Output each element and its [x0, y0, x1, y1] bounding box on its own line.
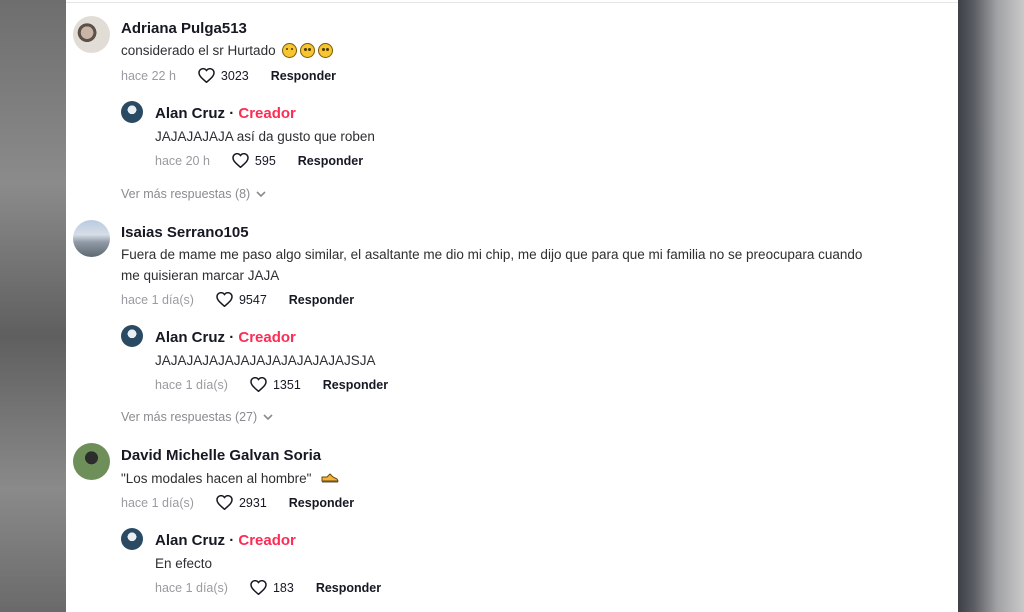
- divider: [66, 2, 958, 3]
- reply-username[interactable]: Alan Cruz: [155, 329, 225, 346]
- reply-button[interactable]: Responder: [298, 154, 363, 168]
- comment-text-line-2: me quisieran marcar JAJA: [121, 268, 280, 283]
- heart-icon[interactable]: [216, 292, 233, 307]
- view-more-label[interactable]: Ver más respuestas (27): [121, 410, 257, 424]
- reply-button[interactable]: Responder: [289, 496, 354, 510]
- shoe-icon: [321, 473, 340, 483]
- comment-meta: hace 22 h 3023 Responder: [121, 68, 336, 83]
- like-button[interactable]: 595: [232, 153, 276, 168]
- heart-icon[interactable]: [198, 68, 215, 83]
- flushed-face-icon: [318, 43, 334, 58]
- reply-button[interactable]: Responder: [271, 69, 336, 83]
- avatar[interactable]: [121, 325, 143, 347]
- background-right: [958, 0, 1024, 612]
- avatar[interactable]: [73, 220, 110, 257]
- avatar[interactable]: [121, 101, 143, 123]
- view-more-label[interactable]: Ver más respuestas (8): [121, 187, 250, 201]
- comment-meta: hace 1 día(s) 9547 Responder: [121, 292, 354, 307]
- creator-badge: Creador: [238, 105, 296, 122]
- heart-icon[interactable]: [232, 153, 249, 168]
- face-with-tears-of-joy-icon: [282, 43, 298, 58]
- reply-button[interactable]: Responder: [316, 581, 381, 595]
- like-count: 3023: [220, 68, 249, 83]
- like-button[interactable]: 9547: [216, 292, 267, 307]
- view-more-replies[interactable]: Ver más respuestas (8): [121, 187, 266, 201]
- reply-meta: hace 1 día(s) 183 Responder: [155, 580, 381, 595]
- reply-username-line: Alan Cruz · Creador: [155, 105, 296, 122]
- flushed-face-icon: [300, 43, 316, 58]
- like-button[interactable]: 3023: [198, 68, 249, 83]
- comment-username[interactable]: David Michelle Galvan Soria: [121, 447, 321, 464]
- comment-text-content: "Los modales hacen al hombre": [121, 471, 312, 486]
- separator: ·: [229, 329, 235, 346]
- comment-meta: hace 1 día(s) 2931 Responder: [121, 495, 354, 510]
- like-count: 183: [272, 580, 294, 595]
- comment-text-line-1: Fuera de mame me paso algo similar, el a…: [121, 247, 863, 262]
- like-button[interactable]: 1351: [250, 377, 301, 392]
- like-button[interactable]: 183: [250, 580, 294, 595]
- separator: ·: [229, 105, 235, 122]
- reply-text: JAJAJAJAJAJAJAJAJAJAJAJAJSJA: [155, 353, 376, 368]
- creator-badge: Creador: [238, 329, 296, 346]
- like-button[interactable]: 2931: [216, 495, 267, 510]
- like-count: 595: [254, 153, 276, 168]
- creator-badge: Creador: [238, 532, 296, 549]
- avatar[interactable]: [73, 443, 110, 480]
- like-count: 2931: [238, 495, 267, 510]
- heart-icon[interactable]: [250, 377, 267, 392]
- reply-button[interactable]: Responder: [323, 378, 388, 392]
- reply-meta: hace 20 h 595 Responder: [155, 153, 363, 168]
- reply-username-line: Alan Cruz · Creador: [155, 532, 296, 549]
- timestamp: hace 1 día(s): [155, 377, 228, 392]
- heart-icon[interactable]: [216, 495, 233, 510]
- avatar[interactable]: [121, 528, 143, 550]
- timestamp: hace 1 día(s): [121, 495, 194, 510]
- like-count: 1351: [272, 377, 301, 392]
- chevron-down-icon[interactable]: [263, 413, 273, 421]
- reply-meta: hace 1 día(s) 1351 Responder: [155, 377, 388, 392]
- reply-text: JAJAJAJAJA así da gusto que roben: [155, 129, 375, 144]
- comment-text: "Los modales hacen al hombre": [121, 469, 340, 489]
- timestamp: hace 20 h: [155, 153, 210, 168]
- comment-username[interactable]: Isaias Serrano105: [121, 224, 249, 241]
- comment-text: considerado el sr Hurtado: [121, 41, 334, 61]
- timestamp: hace 1 día(s): [155, 580, 228, 595]
- reply-username[interactable]: Alan Cruz: [155, 105, 225, 122]
- reply-button[interactable]: Responder: [289, 293, 354, 307]
- comment-username[interactable]: Adriana Pulga513: [121, 20, 247, 37]
- like-count: 9547: [238, 292, 267, 307]
- reply-text: En efecto: [155, 556, 213, 571]
- chevron-down-icon[interactable]: [256, 190, 266, 198]
- view-more-replies[interactable]: Ver más respuestas (27): [121, 410, 273, 424]
- reply-username-line: Alan Cruz · Creador: [155, 329, 296, 346]
- reply-username[interactable]: Alan Cruz: [155, 532, 225, 549]
- heart-icon[interactable]: [250, 580, 267, 595]
- avatar[interactable]: [73, 16, 110, 53]
- comments-panel: Adriana Pulga513 considerado el sr Hurta…: [66, 0, 958, 612]
- background-left: [0, 0, 66, 612]
- comment-text-content: considerado el sr Hurtado: [121, 43, 276, 58]
- separator: ·: [229, 532, 235, 549]
- timestamp: hace 22 h: [121, 68, 176, 83]
- timestamp: hace 1 día(s): [121, 292, 194, 307]
